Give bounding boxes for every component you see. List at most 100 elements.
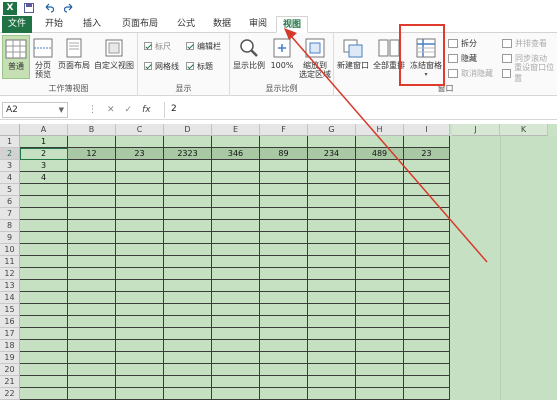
cell-e21[interactable]	[212, 376, 260, 388]
cell-b3[interactable]	[68, 160, 116, 172]
cell-f12[interactable]	[260, 268, 308, 280]
cell-i7[interactable]	[404, 208, 450, 220]
cell-d20[interactable]	[164, 364, 212, 376]
tab-file[interactable]: 文件	[2, 16, 32, 33]
cell-b22[interactable]	[68, 388, 116, 400]
row-header-1[interactable]: 1	[0, 136, 20, 148]
cell-d22[interactable]	[164, 388, 212, 400]
cell-f2[interactable]: 89	[260, 148, 308, 160]
page-break-preview-button[interactable]: 分页 预览	[31, 35, 55, 79]
cell-c10[interactable]	[116, 244, 164, 256]
cell-c21[interactable]	[116, 376, 164, 388]
column-header-f[interactable]: F	[260, 124, 308, 136]
cell-i22[interactable]	[404, 388, 450, 400]
cell-b7[interactable]	[68, 208, 116, 220]
cell-f3[interactable]	[260, 160, 308, 172]
cell-g2[interactable]: 234	[308, 148, 356, 160]
cell-h5[interactable]	[356, 184, 404, 196]
cell-d7[interactable]	[164, 208, 212, 220]
cell-g7[interactable]	[308, 208, 356, 220]
cell-e4[interactable]	[212, 172, 260, 184]
cell-c1[interactable]	[116, 136, 164, 148]
cell-f7[interactable]	[260, 208, 308, 220]
cell-f21[interactable]	[260, 376, 308, 388]
cell-c20[interactable]	[116, 364, 164, 376]
tab-data[interactable]: 数据	[208, 16, 236, 33]
cell-g3[interactable]	[308, 160, 356, 172]
column-header-d[interactable]: D	[164, 124, 212, 136]
cell-g17[interactable]	[308, 328, 356, 340]
cell-h6[interactable]	[356, 196, 404, 208]
cell-a8[interactable]	[20, 220, 68, 232]
cell-g10[interactable]	[308, 244, 356, 256]
cell-b4[interactable]	[68, 172, 116, 184]
cell-h17[interactable]	[356, 328, 404, 340]
cell-f15[interactable]	[260, 304, 308, 316]
normal-view-button[interactable]: 普通	[2, 35, 30, 79]
cell-h20[interactable]	[356, 364, 404, 376]
cell-h11[interactable]	[356, 256, 404, 268]
cell-i13[interactable]	[404, 280, 450, 292]
cell-f1[interactable]	[260, 136, 308, 148]
unhide-button[interactable]: 取消隐藏	[448, 67, 493, 79]
view-side-by-side-button[interactable]: 并排查看	[502, 37, 547, 49]
cell-d15[interactable]	[164, 304, 212, 316]
column-header-k[interactable]: K	[500, 124, 548, 136]
cell-h7[interactable]	[356, 208, 404, 220]
cell-c15[interactable]	[116, 304, 164, 316]
row-header-12[interactable]: 12	[0, 268, 20, 280]
cell-i11[interactable]	[404, 256, 450, 268]
cell-i9[interactable]	[404, 232, 450, 244]
cell-g9[interactable]	[308, 232, 356, 244]
row-header-8[interactable]: 8	[0, 220, 20, 232]
row-header-2[interactable]: 2	[0, 148, 20, 160]
reset-window-position-button[interactable]: 重设窗口位置	[502, 63, 557, 83]
cell-e8[interactable]	[212, 220, 260, 232]
column-header-h[interactable]: H	[356, 124, 404, 136]
cell-g6[interactable]	[308, 196, 356, 208]
enter-icon[interactable]: ✓	[125, 105, 133, 115]
cell-b18[interactable]	[68, 340, 116, 352]
cell-d8[interactable]	[164, 220, 212, 232]
cell-e13[interactable]	[212, 280, 260, 292]
cell-b12[interactable]	[68, 268, 116, 280]
cell-f19[interactable]	[260, 352, 308, 364]
cell-h15[interactable]	[356, 304, 404, 316]
cell-d6[interactable]	[164, 196, 212, 208]
cell-f10[interactable]	[260, 244, 308, 256]
cell-h8[interactable]	[356, 220, 404, 232]
cell-i8[interactable]	[404, 220, 450, 232]
cell-c4[interactable]	[116, 172, 164, 184]
row-header-6[interactable]: 6	[0, 196, 20, 208]
cell-b16[interactable]	[68, 316, 116, 328]
hide-button[interactable]: 隐藏	[448, 52, 477, 64]
cell-a12[interactable]	[20, 268, 68, 280]
row-header-9[interactable]: 9	[0, 232, 20, 244]
row-header-17[interactable]: 17	[0, 328, 20, 340]
cell-e18[interactable]	[212, 340, 260, 352]
cell-h22[interactable]	[356, 388, 404, 400]
cell-d11[interactable]	[164, 256, 212, 268]
cell-i1[interactable]	[404, 136, 450, 148]
save-icon[interactable]	[21, 1, 37, 15]
cell-h3[interactable]	[356, 160, 404, 172]
row-header-11[interactable]: 11	[0, 256, 20, 268]
cell-f17[interactable]	[260, 328, 308, 340]
cell-c18[interactable]	[116, 340, 164, 352]
cell-g16[interactable]	[308, 316, 356, 328]
redo-icon[interactable]	[61, 1, 77, 15]
cell-b8[interactable]	[68, 220, 116, 232]
cell-c2[interactable]: 23	[116, 148, 164, 160]
cell-e20[interactable]	[212, 364, 260, 376]
cell-d12[interactable]	[164, 268, 212, 280]
cell-c8[interactable]	[116, 220, 164, 232]
cell-a20[interactable]	[20, 364, 68, 376]
cell-f11[interactable]	[260, 256, 308, 268]
cell-i21[interactable]	[404, 376, 450, 388]
cell-a16[interactable]	[20, 316, 68, 328]
insert-function-icon[interactable]: fx	[142, 105, 151, 115]
cell-d9[interactable]	[164, 232, 212, 244]
cell-i5[interactable]	[404, 184, 450, 196]
cell-b11[interactable]	[68, 256, 116, 268]
cell-e1[interactable]	[212, 136, 260, 148]
